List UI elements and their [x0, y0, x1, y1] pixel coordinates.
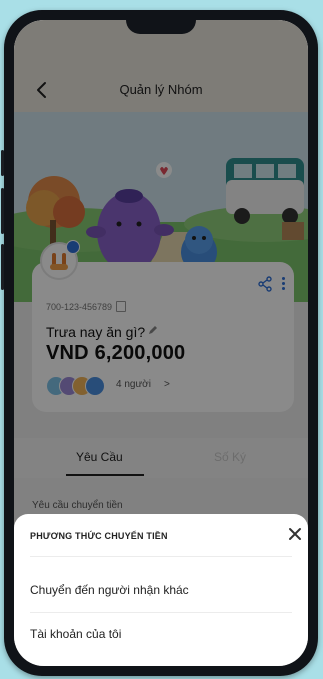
- power-button: [1, 244, 4, 290]
- close-icon[interactable]: [288, 527, 302, 541]
- volume-down-button: [1, 188, 4, 234]
- divider: [30, 612, 292, 613]
- sheet-header: PHƯƠNG THỨC CHUYỂN TIỀN: [14, 514, 308, 556]
- transfer-method-sheet: PHƯƠNG THỨC CHUYỂN TIỀN Chuyển đến người…: [14, 514, 308, 666]
- option-label: Chuyển đến người nhận khác: [30, 583, 189, 597]
- volume-up-button: [1, 150, 4, 176]
- app-screen: Quản lý Nhóm 700-123-456789 Trưa nay ăn …: [14, 20, 308, 666]
- option-transfer-to-other[interactable]: Chuyển đến người nhận khác: [14, 570, 308, 612]
- option-label: Tài khoản của tôi: [30, 627, 122, 641]
- camera-notch: [126, 20, 196, 34]
- sheet-title: PHƯƠNG THỨC CHUYỂN TIỀN: [30, 531, 168, 541]
- phone-frame: Quản lý Nhóm 700-123-456789 Trưa nay ăn …: [1, 10, 318, 676]
- divider: [30, 556, 292, 557]
- option-my-account[interactable]: Tài khoản của tôi: [14, 614, 308, 656]
